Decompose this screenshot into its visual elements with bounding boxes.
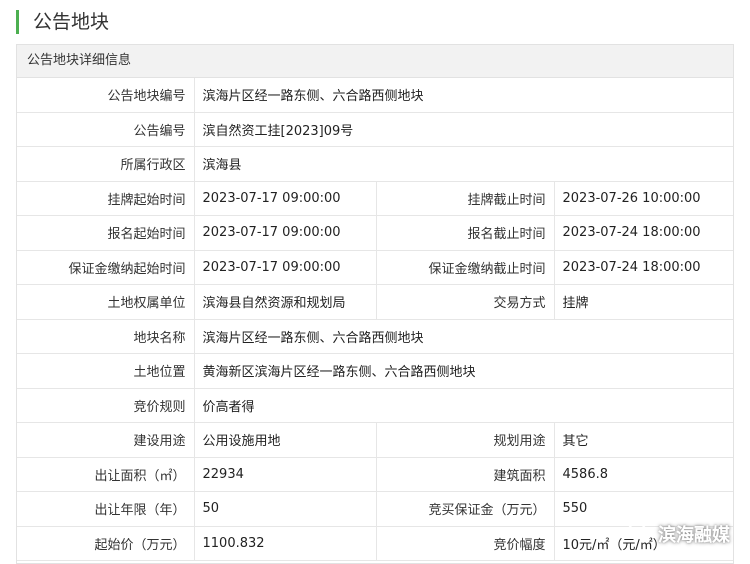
field-label: 出让年限（年） xyxy=(17,491,195,527)
watermark: 滨海融媒 xyxy=(628,521,730,547)
field-label: 报名截止时间 xyxy=(376,215,555,251)
field-label: 土地位置 xyxy=(17,353,195,389)
field-value: 滨自然资工挂[2023]09号 xyxy=(194,112,733,147)
parcel-info-table: 公告地块编号 滨海片区经一路东侧、六合路西侧地块 公告编号 滨自然资工挂[2023]0… xyxy=(17,78,733,561)
field-label: 公告编号 xyxy=(17,112,195,147)
field-value: 其它 xyxy=(554,422,733,458)
table-row: 土地权属单位 滨海县自然资源和规划局 交易方式 挂牌 xyxy=(17,284,733,320)
field-value: 2023-07-17 09:00:00 xyxy=(194,181,377,216)
field-label: 建设用途 xyxy=(17,422,195,458)
field-label: 报名起始时间 xyxy=(17,215,195,251)
field-value: 滨海片区经一路东侧、六合路西侧地块 xyxy=(194,78,733,113)
field-value: 滨海片区经一路东侧、六合路西侧地块 xyxy=(194,319,733,354)
table-row: 竞价规则 价高者得 xyxy=(17,388,733,423)
field-label: 竞价规则 xyxy=(17,388,195,423)
table-row: 土地位置 黄海新区滨海片区经一路东侧、六合路西侧地块 xyxy=(17,353,733,389)
field-label: 挂牌截止时间 xyxy=(376,181,555,216)
table-row: 报名起始时间 2023-07-17 09:00:00 报名截止时间 2023-07-2… xyxy=(17,215,733,251)
table-row: 起始价（万元） 1100.832 竞价幅度 10元/㎡（元/㎡） xyxy=(17,526,733,561)
field-label: 土地权属单位 xyxy=(17,284,195,320)
field-value: 50 xyxy=(194,491,377,527)
field-value: 4586.8 xyxy=(554,457,733,492)
field-label: 公告地块编号 xyxy=(17,78,195,113)
field-label: 挂牌起始时间 xyxy=(17,181,195,216)
field-value: 挂牌 xyxy=(554,284,733,320)
field-label: 竞价幅度 xyxy=(376,526,555,561)
field-label: 建筑面积 xyxy=(376,457,555,492)
field-label: 竞买保证金（万元） xyxy=(376,491,555,527)
field-value: 1100.832 xyxy=(194,526,377,561)
table-row: 地块名称 滨海片区经一路东侧、六合路西侧地块 xyxy=(17,319,733,354)
table-row: 公告地块编号 滨海片区经一路东侧、六合路西侧地块 xyxy=(17,78,733,113)
field-value: 黄海新区滨海片区经一路东侧、六合路西侧地块 xyxy=(194,353,733,389)
field-value: 2023-07-24 18:00:00 xyxy=(554,215,733,251)
table-row: 出让面积（㎡） 22934 建筑面积 4586.8 xyxy=(17,457,733,492)
field-label: 地块名称 xyxy=(17,319,195,354)
field-label: 所属行政区 xyxy=(17,146,195,182)
field-value: 滨海县 xyxy=(194,146,733,182)
table-row: 建设用途 公用设施用地 规划用途 其它 xyxy=(17,422,733,458)
table-row: 出让年限（年） 50 竞买保证金（万元） 550 xyxy=(17,491,733,527)
field-value: 2023-07-17 09:00:00 xyxy=(194,215,377,251)
field-value: 2023-07-24 18:00:00 xyxy=(554,250,733,285)
field-label: 起始价（万元） xyxy=(17,526,195,561)
page-title: 公告地块 xyxy=(16,10,109,34)
wechat-icon xyxy=(628,522,652,547)
section-title: 公告地块详细信息 xyxy=(17,45,733,78)
table-row: 保证金缴纳起始时间 2023-07-17 09:00:00 保证金缴纳截止时间 202… xyxy=(17,250,733,285)
field-label: 规划用途 xyxy=(376,422,555,458)
field-value: 滨海县自然资源和规划局 xyxy=(194,284,377,320)
field-label: 保证金缴纳起始时间 xyxy=(17,250,195,285)
parcel-detail-panel: 公告地块详细信息 公告地块编号 滨海片区经一路东侧、六合路西侧地块 公告编号 滨自然资… xyxy=(16,44,734,564)
field-value: 2023-07-17 09:00:00 xyxy=(194,250,377,285)
field-value: 22934 xyxy=(194,457,377,492)
field-value: 2023-07-26 10:00:00 xyxy=(554,181,733,216)
table-row: 所属行政区 滨海县 xyxy=(17,146,733,182)
field-label: 保证金缴纳截止时间 xyxy=(376,250,555,285)
field-value: 公用设施用地 xyxy=(194,422,377,458)
table-row: 挂牌起始时间 2023-07-17 09:00:00 挂牌截止时间 2023-07-2… xyxy=(17,181,733,216)
field-label: 出让面积（㎡） xyxy=(17,457,195,492)
table-row: 公告编号 滨自然资工挂[2023]09号 xyxy=(17,112,733,147)
watermark-text: 滨海融媒 xyxy=(658,525,730,546)
field-value: 价高者得 xyxy=(194,388,733,423)
field-label: 交易方式 xyxy=(376,284,555,320)
